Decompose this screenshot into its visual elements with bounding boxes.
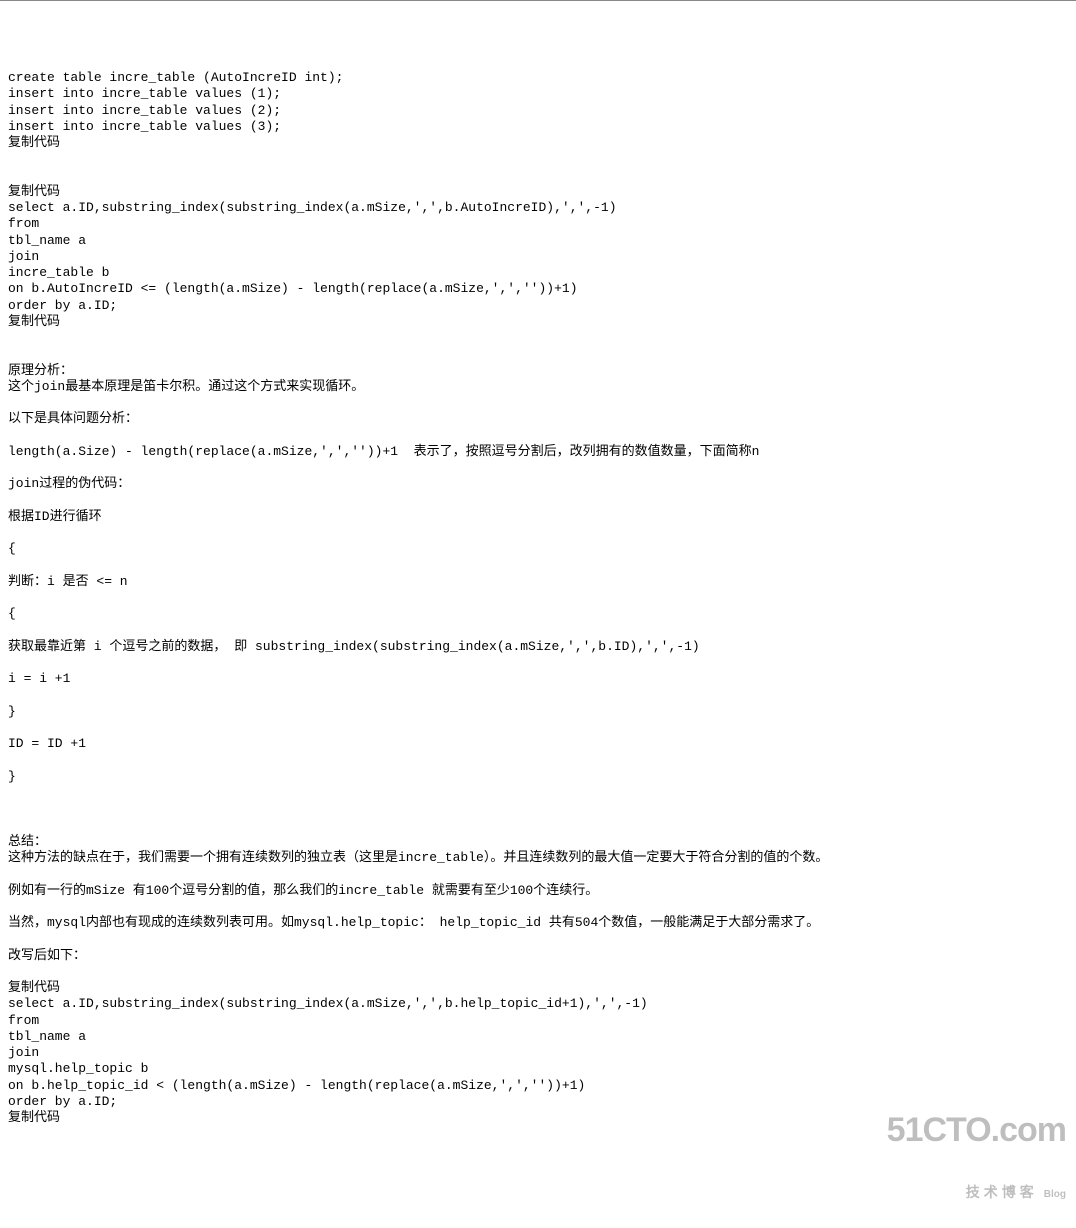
code3-line: order by a.ID; — [8, 1094, 117, 1109]
pseudo-line: 根据ID进行循环 — [8, 509, 102, 524]
pseudo-line: { — [8, 541, 16, 556]
code3-line: from — [8, 1013, 47, 1028]
pseudo-line: } — [8, 704, 16, 719]
pseudo-line: i = i +1 — [8, 671, 78, 686]
code3-line: mysql.help_topic b — [8, 1061, 148, 1076]
watermark: 51CTO.com 技术博客Blog — [887, 1077, 1066, 1218]
code2-line: join — [8, 249, 39, 264]
code1-line: insert into incre_table values (2); — [8, 103, 281, 118]
code2-line: tbl_name a — [8, 233, 86, 248]
code2-line: select a.ID,substring_index(substring_in… — [8, 200, 624, 215]
code2-line: order by a.ID; — [8, 298, 117, 313]
analysis-text: 这个join最基本原理是笛卡尔积。通过这个方式来实现循环。 — [8, 379, 364, 394]
copy-code-label: 复制代码 — [8, 1110, 60, 1125]
copy-code-label: 复制代码 — [8, 135, 60, 150]
pseudo-line: 获取最靠近第 i 个逗号之前的数据， 即 substring_index(sub… — [8, 639, 700, 654]
code1-line: insert into incre_table values (3); — [8, 119, 281, 134]
watermark-brand: 51CTO.com — [887, 1109, 1066, 1152]
code2-line: incre_table b — [8, 265, 109, 280]
summary-text: 例如有一行的mSize 有100个逗号分割的值，那么我们的incre_table… — [8, 883, 598, 898]
code3-line: select a.ID,substring_index(substring_in… — [8, 996, 656, 1011]
code1-line: create table incre_table (AutoIncreID in… — [8, 70, 343, 85]
analysis-text: join过程的伪代码： — [8, 476, 130, 491]
copy-code-label: 复制代码 — [8, 314, 60, 329]
pseudo-line: 判断：i 是否 <= n — [8, 574, 128, 589]
code2-line: from — [8, 216, 47, 231]
copy-code-label: 复制代码 — [8, 980, 60, 995]
code2-line: on b.AutoIncreID <= (length(a.mSize) - l… — [8, 281, 578, 296]
summary-heading: 总结： — [8, 834, 47, 849]
analysis-text: 以下是具体问题分析： — [8, 411, 138, 426]
pseudo-line: ID = ID +1 — [8, 736, 94, 751]
summary-text: 改写后如下： — [8, 948, 86, 963]
code3-line: on b.help_topic_id < (length(a.mSize) - … — [8, 1078, 585, 1093]
analysis-heading: 原理分析： — [8, 363, 73, 378]
pseudo-line: { — [8, 606, 16, 621]
copy-code-label: 复制代码 — [8, 184, 60, 199]
code1-line: insert into incre_table values (1); — [8, 86, 281, 101]
watermark-sub: 技术博客Blog — [887, 1184, 1066, 1202]
pseudo-line: } — [8, 769, 16, 784]
code3-line: join — [8, 1045, 39, 1060]
summary-text: 当然，mysql内部也有现成的连续数列表可用。如mysql.help_topic… — [8, 915, 819, 930]
summary-text: 这种方法的缺点在于，我们需要一个拥有连续数列的独立表（这里是incre_tabl… — [8, 850, 828, 865]
analysis-text: length(a.Size) - length(replace(a.mSize,… — [8, 444, 759, 459]
code3-line: tbl_name a — [8, 1029, 86, 1044]
